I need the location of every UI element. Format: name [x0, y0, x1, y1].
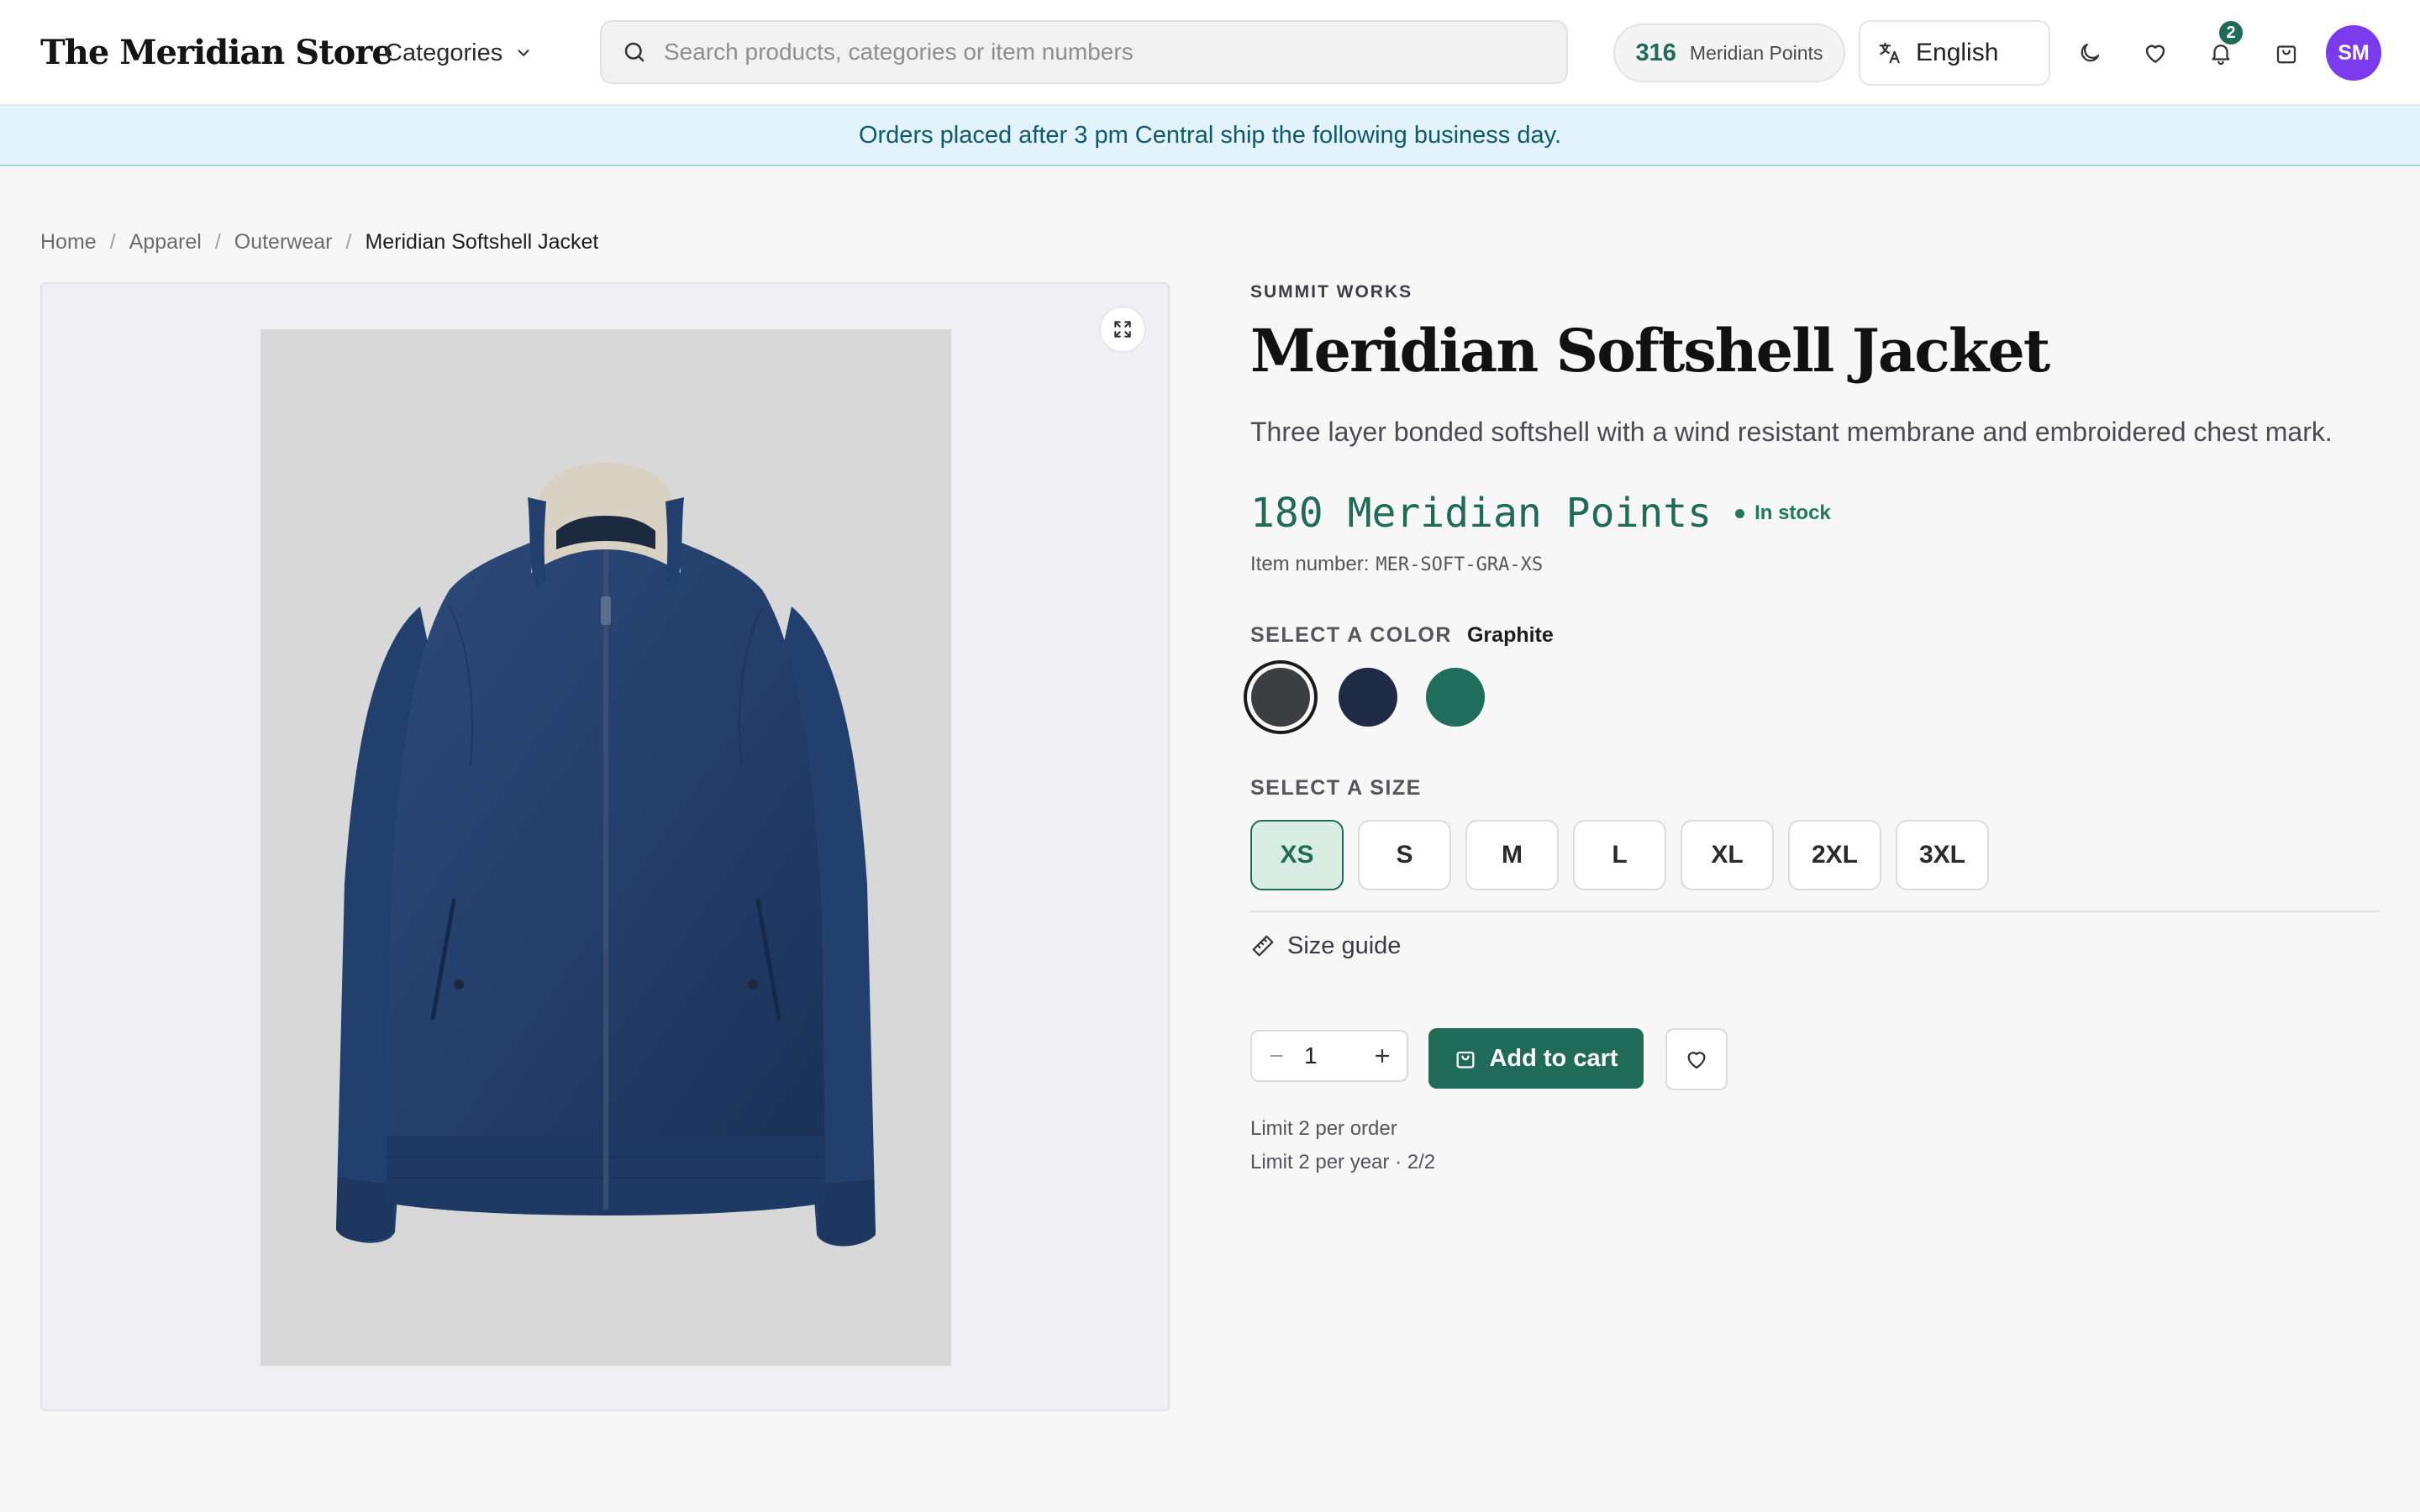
- size-options: XS S M L XL 2XL 3XL: [1250, 820, 1989, 890]
- size-option-3xl[interactable]: 3XL: [1896, 820, 1989, 890]
- product-brand: SUMMIT WORKS: [1250, 282, 1413, 302]
- add-to-cart-label: Add to cart: [1489, 1044, 1618, 1072]
- quantity-input[interactable]: [1304, 1042, 1355, 1069]
- heart-icon: [2142, 39, 2169, 66]
- quantity-increase-button[interactable]: [1368, 1042, 1397, 1070]
- color-swatches: [1244, 660, 1492, 734]
- limit-per-order: Limit 2 per order: [1250, 1117, 1397, 1140]
- breadcrumb-home[interactable]: Home: [40, 230, 97, 255]
- search-bar: [600, 20, 1568, 84]
- section-divider: [1250, 911, 2380, 912]
- points-value: 316: [1635, 39, 1676, 66]
- expand-image-button[interactable]: [1099, 306, 1146, 353]
- product-title: Meridian Softshell Jacket: [1250, 316, 2050, 386]
- color-swatch-graphite[interactable]: [1244, 660, 1318, 734]
- user-avatar[interactable]: SM: [2326, 25, 2381, 81]
- color-label: SELECT A COLOR: [1250, 623, 1452, 647]
- cart-button[interactable]: [2265, 32, 2307, 74]
- shipping-banner: Orders placed after 3 pm Central ship th…: [0, 106, 2420, 166]
- shipping-banner-text: Orders placed after 3 pm Central ship th…: [858, 121, 1562, 149]
- categories-menu-button[interactable]: Categories: [385, 30, 533, 76]
- heart-icon: [1684, 1047, 1709, 1072]
- size-option-l[interactable]: L: [1573, 820, 1666, 890]
- categories-label: Categories: [385, 39, 503, 66]
- color-section-label: SELECT A COLOR Graphite: [1250, 623, 1554, 648]
- ruler-icon: [1250, 933, 1276, 958]
- size-option-xs[interactable]: XS: [1250, 820, 1344, 890]
- notifications-badge: 2: [2217, 18, 2245, 47]
- points-balance[interactable]: 316 Meridian Points: [1613, 24, 1845, 82]
- stock-dot-icon: [1735, 508, 1745, 518]
- quantity-stepper: [1250, 1030, 1408, 1082]
- shopping-bag-icon: [2274, 40, 2299, 66]
- size-section-label: SELECT A SIZE: [1250, 776, 1422, 801]
- swatch-fill: [1339, 668, 1397, 727]
- search-input[interactable]: [664, 39, 1555, 66]
- size-option-xl[interactable]: XL: [1681, 820, 1774, 890]
- add-to-wishlist-button[interactable]: [1665, 1028, 1728, 1090]
- breadcrumb-outerwear[interactable]: Outerwear: [234, 230, 333, 255]
- item-number-label: Item number:: [1250, 553, 1370, 575]
- size-option-s[interactable]: S: [1358, 820, 1451, 890]
- translate-icon: [1877, 40, 1902, 66]
- stock-label: In stock: [1754, 501, 1831, 524]
- search-icon: [622, 39, 647, 65]
- size-guide-label: Size guide: [1287, 932, 1402, 959]
- top-header: The Meridian Store Categories 316 Meridi…: [0, 0, 2420, 106]
- points-label: Meridian Points: [1689, 41, 1823, 64]
- wishlist-button[interactable]: [2134, 32, 2176, 74]
- store-logo[interactable]: The Meridian Store: [40, 29, 393, 77]
- item-number: Item number: MER-SOFT-GRA-XS: [1250, 549, 1543, 580]
- limit-per-year: Limit 2 per year · 2/2: [1250, 1151, 1436, 1173]
- product-description: Three layer bonded softshell with a wind…: [1250, 417, 2333, 447]
- theme-toggle-button[interactable]: [2069, 32, 2111, 74]
- shopping-bag-icon: [1454, 1047, 1477, 1070]
- chevron-down-icon: [514, 44, 533, 62]
- language-label: English: [1916, 39, 1999, 66]
- product-price: 180 Meridian Points: [1250, 490, 1712, 537]
- price-row: 180 Meridian Points In stock: [1250, 484, 1831, 543]
- size-label: SELECT A SIZE: [1250, 776, 1422, 800]
- breadcrumb-separator: /: [345, 229, 352, 254]
- product-image[interactable]: [260, 329, 951, 1366]
- expand-icon: [1112, 318, 1134, 340]
- breadcrumb-separator: /: [214, 229, 221, 254]
- stock-status: In stock: [1735, 501, 1831, 525]
- breadcrumb-current: Meridian Softshell Jacket: [365, 229, 599, 254]
- color-swatch-navy[interactable]: [1331, 660, 1405, 734]
- color-swatch-green[interactable]: [1418, 660, 1492, 734]
- size-option-m[interactable]: M: [1465, 820, 1559, 890]
- product-gallery: [40, 282, 1170, 1411]
- swatch-fill: [1426, 668, 1485, 727]
- breadcrumb: Home / Apparel / Outerwear / Meridian So…: [40, 225, 598, 259]
- selected-color-name: Graphite: [1466, 623, 1554, 647]
- add-to-cart-button[interactable]: Add to cart: [1428, 1028, 1644, 1089]
- size-option-2xl[interactable]: 2XL: [1788, 820, 1881, 890]
- breadcrumb-apparel[interactable]: Apparel: [129, 230, 202, 255]
- quantity-decrease-button[interactable]: [1262, 1042, 1291, 1070]
- item-number-value: MER-SOFT-GRA-XS: [1376, 554, 1544, 575]
- breadcrumb-separator: /: [109, 229, 116, 254]
- language-selector[interactable]: English: [1859, 20, 2050, 86]
- size-guide-link[interactable]: Size guide: [1250, 929, 1401, 963]
- notifications-button[interactable]: 2: [2200, 18, 2245, 74]
- moon-icon: [2077, 40, 2102, 66]
- swatch-fill: [1251, 668, 1310, 727]
